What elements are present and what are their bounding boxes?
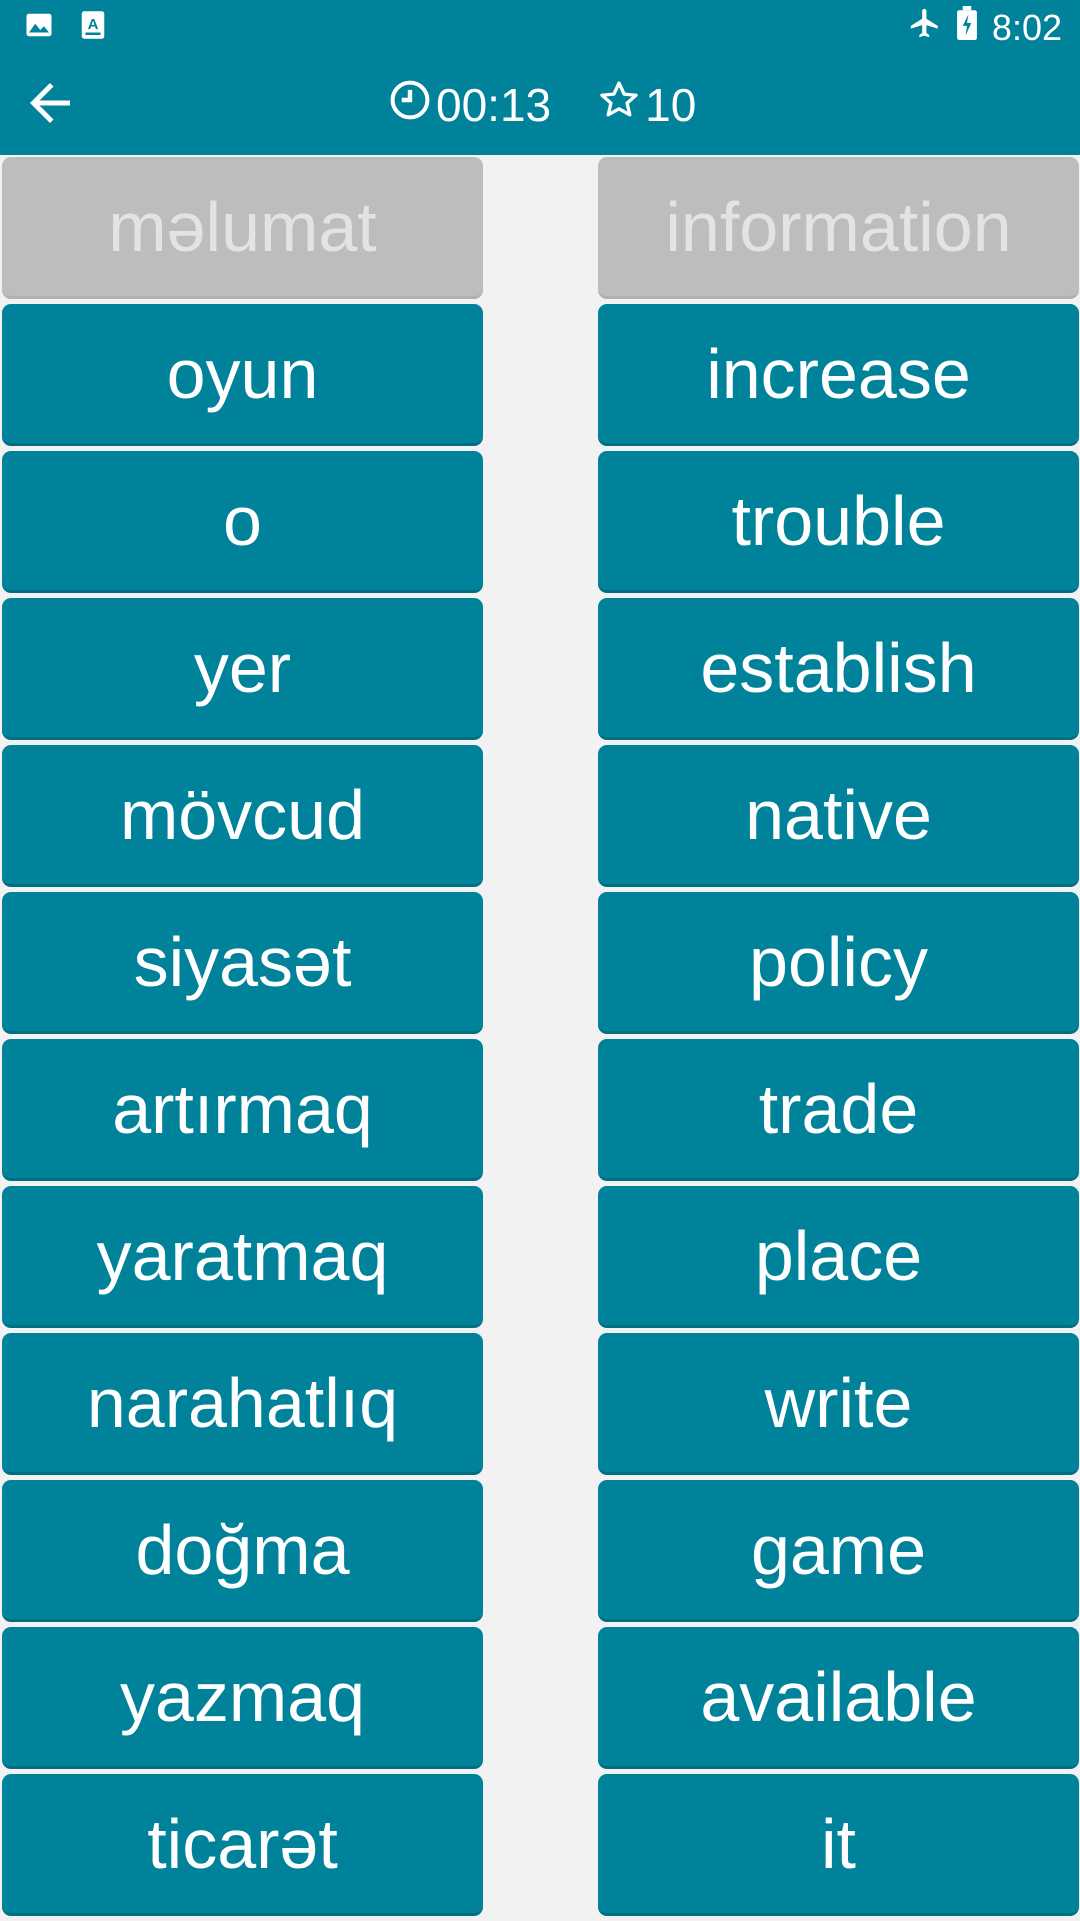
source-word-label: ticarət: [147, 1804, 338, 1883]
target-word-tile[interactable]: establish: [598, 598, 1079, 740]
source-word-tile[interactable]: siyasət: [2, 892, 483, 1034]
target-word-tile[interactable]: native: [598, 745, 1079, 887]
source-word-tile[interactable]: o: [2, 451, 483, 593]
target-word-label: trouble: [731, 481, 946, 560]
source-word-label: mövcud: [119, 775, 366, 854]
arrow-left-icon: [20, 73, 80, 138]
back-button[interactable]: [14, 69, 86, 141]
source-word-tile[interactable]: ticarət: [2, 1774, 483, 1916]
target-word-column: information increase trouble establish nativ…: [598, 157, 1079, 1921]
star-icon: [597, 78, 641, 133]
target-word-tile[interactable]: available: [598, 1627, 1079, 1769]
source-word-label: siyasət: [133, 922, 352, 1001]
clock-text: 8:02: [991, 6, 1062, 48]
target-word-tile[interactable]: it: [598, 1774, 1079, 1916]
target-word-label: trade: [758, 1069, 919, 1148]
timer-value: 00:13: [436, 79, 552, 131]
source-word-tile[interactable]: yer: [2, 598, 483, 740]
target-word-label: information: [665, 187, 1012, 266]
source-word-tile[interactable]: mövcud: [2, 745, 483, 887]
source-word-label: o: [223, 481, 262, 560]
target-word-label: policy: [749, 922, 928, 1001]
source-word-column: məlumat oyun o yer mövcud siyasət artırmaq yara…: [2, 157, 483, 1921]
source-word-label: doğma: [135, 1510, 350, 1589]
source-word-tile: məlumat: [2, 157, 483, 299]
svg-text:A: A: [88, 16, 99, 33]
airplane-icon: [908, 6, 942, 49]
target-word-label: increase: [706, 334, 971, 413]
target-word-tile: information: [598, 157, 1079, 299]
status-bar: A 8:02: [0, 0, 1080, 55]
source-word-label: məlumat: [108, 187, 377, 266]
source-word-label: yaratmaq: [96, 1216, 389, 1295]
target-word-tile[interactable]: trouble: [598, 451, 1079, 593]
target-word-label: establish: [700, 628, 977, 707]
source-word-label: narahatlıq: [86, 1363, 399, 1442]
score-value: 10: [645, 79, 697, 131]
source-word-tile[interactable]: yazmaq: [2, 1627, 483, 1769]
target-word-tile[interactable]: increase: [598, 304, 1079, 446]
score: 10: [597, 78, 696, 133]
source-word-tile[interactable]: narahatlıq: [2, 1333, 483, 1475]
target-word-label: it: [821, 1804, 856, 1883]
target-word-tile[interactable]: game: [598, 1480, 1079, 1622]
source-word-label: yazmaq: [119, 1657, 366, 1736]
source-word-tile[interactable]: artırmaq: [2, 1039, 483, 1181]
source-word-label: artırmaq: [112, 1069, 373, 1148]
target-word-tile[interactable]: policy: [598, 892, 1079, 1034]
target-word-tile[interactable]: write: [598, 1333, 1079, 1475]
target-word-label: native: [745, 775, 932, 854]
app-bar: 00:13 10: [0, 55, 1080, 155]
target-word-label: available: [700, 1657, 977, 1736]
clock-icon: [388, 78, 432, 133]
source-word-label: yer: [193, 628, 292, 707]
battery-charging-icon: [956, 6, 978, 49]
word-board: məlumat oyun o yer mövcud siyasət artırmaq yara…: [0, 157, 1080, 1920]
source-word-tile[interactable]: yaratmaq: [2, 1186, 483, 1328]
image-icon: [24, 10, 54, 45]
text-icon: A: [80, 10, 106, 45]
target-word-tile[interactable]: trade: [598, 1039, 1079, 1181]
game-info: 00:13 10: [388, 77, 696, 133]
timer: 00:13: [388, 78, 551, 133]
target-word-label: game: [750, 1510, 927, 1589]
target-word-label: write: [764, 1363, 913, 1442]
source-word-tile[interactable]: doğma: [2, 1480, 483, 1622]
source-word-label: oyun: [166, 334, 319, 413]
source-word-tile[interactable]: oyun: [2, 304, 483, 446]
target-word-tile[interactable]: place: [598, 1186, 1079, 1328]
target-word-label: place: [754, 1216, 923, 1295]
